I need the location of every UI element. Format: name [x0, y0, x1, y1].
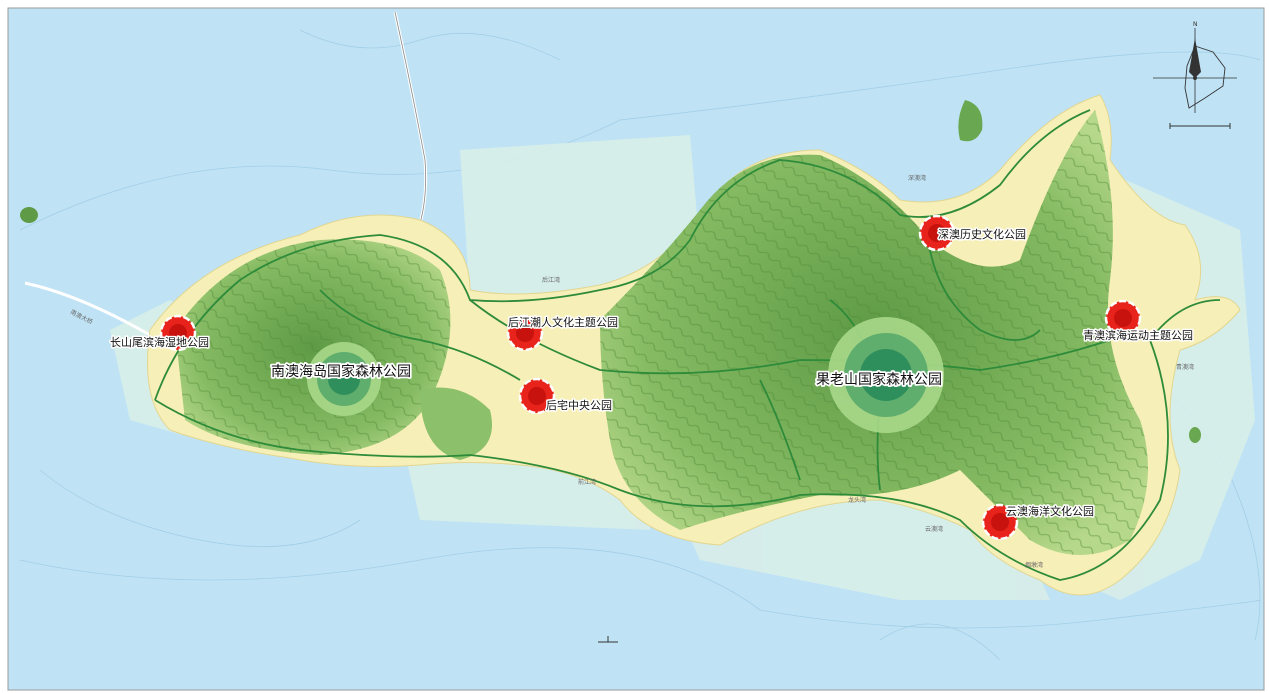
- theme-park-changshanwei-label: 长山尾滨海湿地公园: [110, 335, 209, 349]
- place-qingao-bay: 青澳湾: [1176, 363, 1194, 371]
- place-qianjiang-bay: 前江湾: [578, 478, 596, 486]
- place-yunao-bay: 云澳湾: [925, 525, 943, 533]
- place-yanzhou-bay: 烟墩湾: [1025, 561, 1043, 569]
- park-system-map: 后江湾 前江湾 深澳湾 云澳湾 青澳湾 烟墩湾 龙头湾 南澳大桥 南澳海岛国家森…: [0, 0, 1269, 694]
- theme-park-shenao-label: 深澳历史文化公园: [938, 227, 1026, 241]
- compass-north: N: [1193, 21, 1198, 28]
- islet-west: [20, 207, 38, 223]
- islet-east: [1189, 427, 1201, 443]
- theme-park-houzhai-label: 后宅中央公园: [546, 398, 612, 412]
- theme-park-houjiang-label: 后江潮人文化主题公园: [508, 315, 618, 329]
- place-longtou-bay: 龙头湾: [848, 496, 866, 504]
- theme-park-yunao-label: 云澳海洋文化公园: [1006, 504, 1094, 518]
- place-shenao-bay: 深澳湾: [908, 174, 926, 182]
- forest-park-guolaoshan-label: 果老山国家森林公园: [816, 371, 942, 388]
- theme-park-qingao-label: 青澳滨海运动主题公园: [1083, 328, 1193, 342]
- place-houjiang-bay: 后江湾: [542, 276, 560, 284]
- forest-park-nanao-label: 南澳海岛国家森林公园: [271, 363, 411, 380]
